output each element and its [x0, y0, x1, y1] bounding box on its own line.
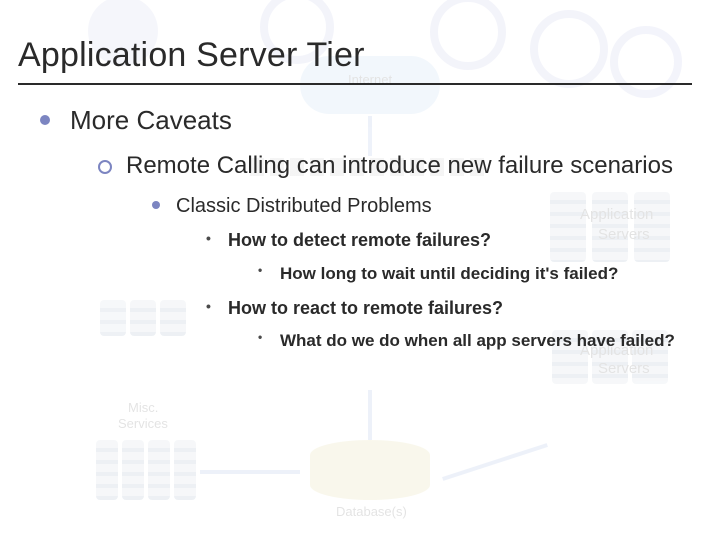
bullet-text: How long to wait until deciding it's fai… [280, 264, 618, 283]
slide-content: Application Server Tier More Caveats Rem… [0, 0, 720, 352]
list-item: More Caveats Remote Calling can introduc… [40, 105, 692, 352]
bullet-text: Remote Calling can introduce new failure… [126, 152, 673, 179]
app-servers-label-2b: Servers [598, 360, 650, 377]
server-rack-small [148, 440, 170, 500]
bullet-text: What do we do when all app servers have … [280, 331, 675, 350]
list-item: How to detect remote failures? How long … [206, 229, 692, 284]
bullet-list-level5: How long to wait until deciding it's fai… [228, 263, 692, 285]
connector [200, 470, 300, 474]
slide-title: Application Server Tier [18, 36, 692, 75]
list-item: How long to wait until deciding it's fai… [258, 263, 692, 285]
bullet-list-level5: What do we do when all app servers have … [228, 330, 692, 352]
bullet-list-level2: Remote Calling can introduce new failure… [70, 150, 692, 352]
database-label: Database(s) [336, 504, 407, 519]
misc-label-1: Misc. [128, 400, 158, 415]
bullet-list-level1: More Caveats Remote Calling can introduc… [18, 105, 692, 352]
bullet-text: How to react to remote failures? [228, 298, 503, 318]
list-item: What do we do when all app servers have … [258, 330, 692, 352]
bullet-list-level4: How to detect remote failures? How long … [176, 229, 692, 352]
server-rack-small [122, 440, 144, 500]
bullet-text: Classic Distributed Problems [176, 195, 432, 217]
bullet-text: More Caveats [70, 105, 232, 135]
list-item: Remote Calling can introduce new failure… [98, 150, 692, 352]
connector [368, 390, 372, 440]
list-item: How to react to remote failures? What do… [206, 297, 692, 352]
list-item: Classic Distributed Problems How to dete… [152, 193, 692, 352]
title-underline [18, 83, 692, 85]
connector [442, 443, 548, 481]
server-rack-small [174, 440, 196, 500]
misc-label-2: Services [118, 416, 168, 431]
bullet-text: How to detect remote failures? [228, 230, 491, 250]
server-rack-small [96, 440, 118, 500]
database-icon [310, 440, 430, 500]
bullet-list-level3: Classic Distributed Problems How to dete… [126, 193, 692, 352]
